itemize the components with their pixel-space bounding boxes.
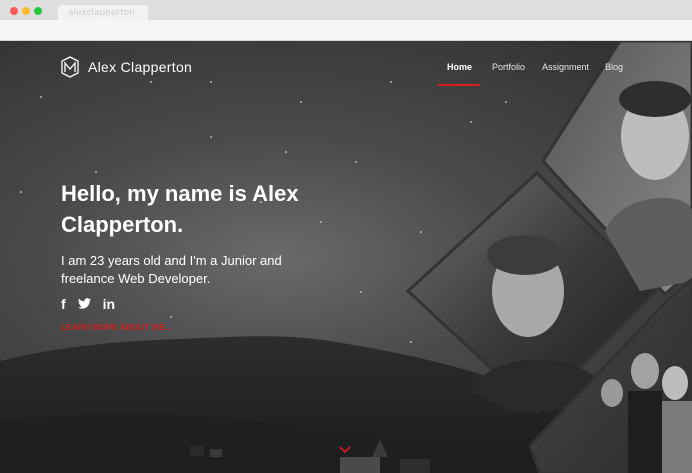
social-links: f in [61,296,115,312]
browser-tab[interactable]: alexclapperton [58,5,148,21]
linkedin-icon[interactable]: in [103,296,115,312]
browser-chrome: alexclapperton [0,0,692,41]
hero-subline: I am 23 years old and I'm a Junior and f… [61,253,282,286]
main-nav: Home Portfolio Assignment Blog [0,62,692,92]
nav-active-indicator [438,84,480,86]
nav-home[interactable]: Home [447,62,472,72]
hero-headline: Hello, my name is Alex Clapperton. [61,181,299,237]
close-window-icon[interactable] [10,7,18,15]
maximize-window-icon[interactable] [34,7,42,15]
twitter-icon[interactable] [77,296,91,312]
nav-portfolio[interactable]: Portfolio [492,62,525,72]
nav-blog[interactable]: Blog [605,62,623,72]
learn-more-link[interactable]: LEARN MORE ABOUT ME... [61,323,173,332]
facebook-icon[interactable]: f [61,296,66,312]
browser-tab-title: alexclapperton [68,8,135,18]
address-bar[interactable] [0,20,692,41]
chevron-down-icon[interactable] [339,446,351,454]
nav-assignment[interactable]: Assignment [542,62,589,72]
hero-section: Alex Clapperton Home Portfolio Assignmen… [0,41,692,473]
minimize-window-icon[interactable] [22,7,30,15]
